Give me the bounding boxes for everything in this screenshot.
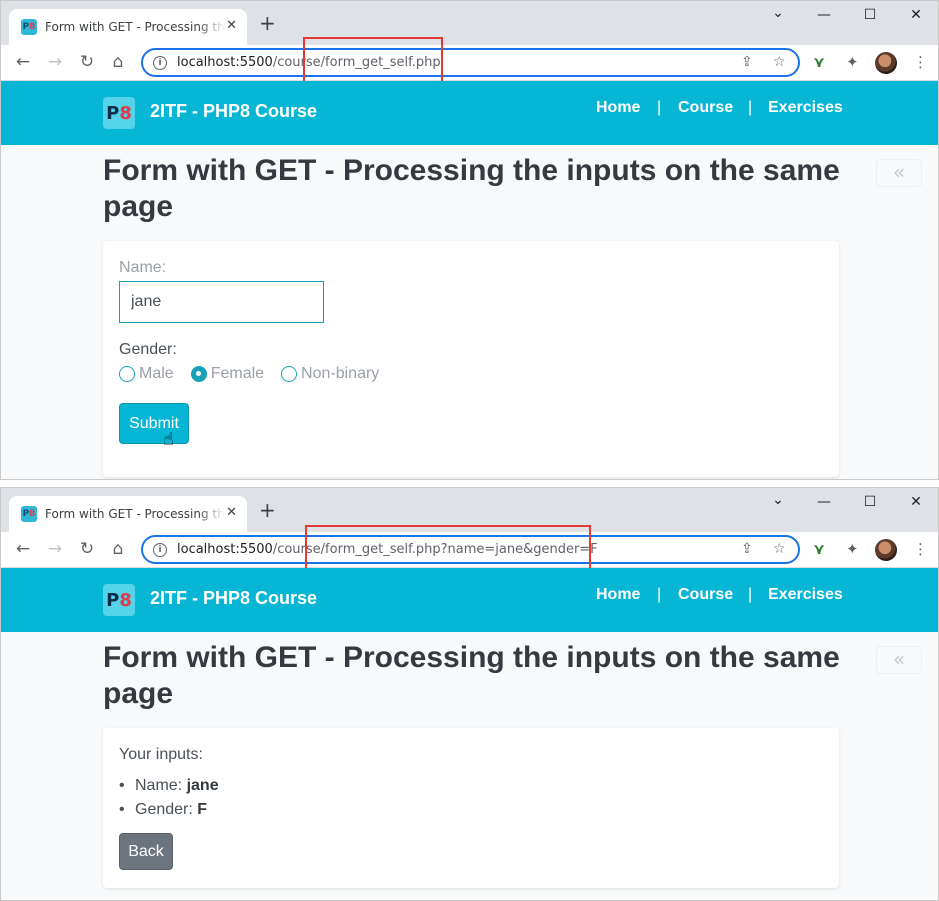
result-name-value: jane	[186, 777, 219, 794]
site-navbar: P8 2ITF - PHP8 Course Home | Course | Ex…	[1, 568, 938, 632]
gender-label: Gender:	[119, 341, 177, 358]
nav-separator: |	[748, 99, 753, 116]
nav-exercises[interactable]: Exercises	[768, 586, 843, 604]
site-brand[interactable]: 2ITF - PHP8 Course	[150, 588, 317, 609]
site-navbar: P8 2ITF - PHP8 Course Home | Course | Ex…	[1, 81, 938, 145]
browser-tab[interactable]: P8 Form with GET - Processing the inputs…	[9, 9, 247, 45]
radio-female-label: Female	[210, 365, 265, 382]
extension-puzzle-icon[interactable]: ✦	[846, 53, 859, 71]
site-logo[interactable]: P8	[103, 97, 135, 129]
your-inputs-heading: Your inputs:	[119, 746, 203, 763]
reload-icon[interactable]: ↻	[77, 52, 97, 72]
result-gender-label: Gender:	[135, 801, 193, 818]
title-bar: P8 Form with GET - Processing the inputs…	[1, 488, 938, 532]
radio-non-binary-circle[interactable]	[281, 366, 298, 382]
share-icon[interactable]: ⇪	[741, 54, 753, 70]
profile-avatar[interactable]	[875, 539, 897, 561]
inputs-list: Name: jane Gender: F	[119, 774, 219, 822]
forward-arrow-icon[interactable]: →	[45, 52, 65, 72]
info-icon[interactable]: i	[153, 542, 167, 557]
star-icon[interactable]: ☆	[773, 541, 786, 557]
radio-male-label: Male	[139, 365, 174, 382]
page-title: Form with GET - Processing the inputs on…	[103, 641, 840, 710]
menu-dots-icon[interactable]: ⋮	[913, 540, 928, 558]
radio-male[interactable]: Male	[119, 365, 174, 383]
tab-close-icon[interactable]: ✕	[226, 505, 237, 520]
result-name-label: Name:	[135, 777, 183, 794]
site-brand[interactable]: 2ITF - PHP8 Course	[150, 101, 317, 122]
star-icon[interactable]: ☆	[773, 54, 786, 70]
radio-male-circle[interactable]	[119, 366, 135, 382]
nav-separator: |	[748, 586, 753, 603]
tab-close-icon[interactable]: ✕	[226, 18, 237, 33]
radio-non-binary[interactable]: Non-binary	[281, 365, 379, 383]
maximize-button[interactable]: ☐	[860, 7, 880, 23]
site-logo[interactable]: P8	[103, 584, 135, 616]
minimize-button[interactable]: —	[814, 494, 834, 510]
name-label: Name:	[119, 259, 167, 276]
back-button[interactable]: Back	[119, 833, 173, 870]
url-path: /course/form_get_self.php?name=jane&gend…	[272, 542, 598, 557]
extension-puzzle-icon[interactable]: ✦	[846, 540, 859, 558]
url-host: localhost:5500	[177, 542, 273, 557]
nav-course[interactable]: Course	[678, 586, 733, 604]
back-chevron-button[interactable]: «	[876, 159, 922, 187]
nav-exercises[interactable]: Exercises	[768, 99, 843, 117]
url-path: /course/form_get_self.php	[272, 55, 441, 70]
home-icon[interactable]: ⌂	[108, 539, 128, 559]
favicon-icon: P8	[21, 19, 37, 35]
page-title: Form with GET - Processing the inputs on…	[103, 154, 840, 223]
new-tab-button[interactable]: +	[259, 500, 276, 520]
home-icon[interactable]: ⌂	[108, 52, 128, 72]
radio-female[interactable]: Female	[190, 365, 265, 383]
favicon-icon: P8	[21, 506, 37, 522]
browser-toolbar: ← → ↻ ⌂ i localhost:5500/course/form_get…	[1, 532, 938, 568]
browser-toolbar: ← → ↻ ⌂ i localhost:5500/course/form_get…	[1, 45, 938, 81]
nav-separator: |	[657, 99, 662, 116]
radio-female-circle[interactable]	[190, 366, 207, 382]
nav-home[interactable]: Home	[596, 99, 640, 117]
tab-search-chevron-icon[interactable]: ⌄	[768, 5, 788, 21]
info-icon[interactable]: i	[153, 55, 167, 70]
browser-window-form: P8 Form with GET - Processing the inputs…	[0, 0, 939, 480]
back-arrow-icon[interactable]: ←	[13, 52, 33, 72]
submit-button[interactable]: Submit	[119, 403, 189, 444]
title-bar: P8 Form with GET - Processing the inputs…	[1, 1, 938, 45]
reload-icon[interactable]: ↻	[77, 539, 97, 559]
close-window-button[interactable]: ✕	[906, 7, 926, 23]
address-bar[interactable]: i localhost:5500/course/form_get_self.ph…	[141, 535, 800, 564]
back-arrow-icon[interactable]: ←	[13, 539, 33, 559]
menu-dots-icon[interactable]: ⋮	[913, 53, 928, 71]
name-input[interactable]	[119, 281, 324, 323]
url-host: localhost:5500	[177, 55, 273, 70]
browser-tab[interactable]: P8 Form with GET - Processing the inputs…	[9, 496, 247, 532]
minimize-button[interactable]: —	[814, 7, 834, 23]
list-item: Gender: F	[119, 798, 219, 822]
list-item: Name: jane	[119, 774, 219, 798]
gender-radio-group: Male Female Non-binary	[119, 365, 396, 383]
tab-search-chevron-icon[interactable]: ⌄	[768, 492, 788, 508]
tab-title: Form with GET - Processing the inputs on…	[45, 20, 225, 34]
share-icon[interactable]: ⇪	[741, 541, 753, 557]
maximize-button[interactable]: ☐	[860, 494, 880, 510]
back-chevron-button[interactable]: «	[876, 646, 922, 674]
extension-v-icon[interactable]: ⋎	[813, 53, 825, 71]
forward-arrow-icon[interactable]: →	[45, 539, 65, 559]
profile-avatar[interactable]	[875, 52, 897, 74]
result-card: Your inputs: Name: jane Gender: F Back	[103, 728, 839, 888]
browser-window-result: P8 Form with GET - Processing the inputs…	[0, 487, 939, 901]
nav-course[interactable]: Course	[678, 99, 733, 117]
nav-separator: |	[657, 586, 662, 603]
tab-title: Form with GET - Processing the inputs on…	[45, 507, 225, 521]
nav-home[interactable]: Home	[596, 586, 640, 604]
result-gender-value: F	[197, 801, 208, 818]
extension-v-icon[interactable]: ⋎	[813, 540, 825, 558]
new-tab-button[interactable]: +	[259, 13, 276, 33]
hand-cursor-icon: ☝	[163, 429, 174, 450]
form-card: Name: Gender: Male Female Non-binary Sub…	[103, 241, 839, 477]
radio-non-binary-label: Non-binary	[301, 365, 380, 382]
address-bar[interactable]: i localhost:5500/course/form_get_self.ph…	[141, 48, 800, 77]
close-window-button[interactable]: ✕	[906, 494, 926, 510]
